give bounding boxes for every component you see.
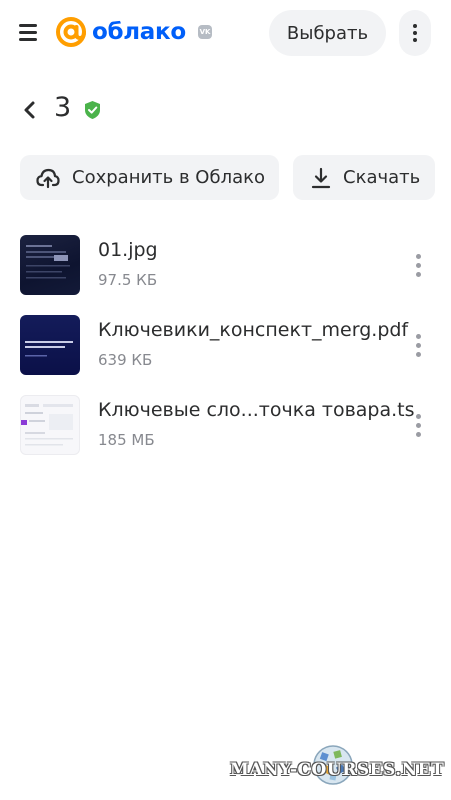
file-name: 01.jpg — [98, 239, 158, 261]
folder-title: 3 — [54, 92, 72, 123]
watermark: MANY-COURSES.NET — [230, 744, 445, 794]
watermark-text: MANY-COURSES.NET — [230, 760, 445, 780]
vertical-dots-icon[interactable] — [406, 250, 430, 280]
save-to-cloud-label: Сохранить в Облако — [72, 167, 265, 188]
select-button[interactable]: Выбрать — [269, 10, 386, 56]
file-row-pdf[interactable]: Ключевики_конспект_merg.pdf 639 КБ — [0, 314, 451, 394]
vertical-dots-icon[interactable] — [406, 330, 430, 360]
download-label: Скачать — [343, 167, 421, 188]
download-icon — [311, 167, 331, 188]
action-bar: Сохранить в Облако Скачать — [20, 155, 435, 200]
file-list: 01.jpg 97.5 КБ Ключевики_конспект_merg.p… — [0, 234, 451, 474]
file-row-ts[interactable]: Ключевые сло...точка товара.ts 185 МБ — [0, 394, 451, 474]
chevron-left-icon[interactable] — [18, 96, 44, 124]
pdf-thumbnail — [20, 315, 80, 375]
video-thumbnail — [20, 395, 80, 455]
file-name: Ключевые сло...точка товара.ts — [98, 399, 415, 421]
cloud-logo[interactable]: облако — [54, 14, 186, 50]
image-thumbnail — [20, 235, 80, 295]
vertical-dots-icon[interactable] — [399, 10, 431, 56]
hamburger-icon[interactable] — [14, 20, 42, 44]
logo-text: облако — [92, 19, 186, 45]
vk-badge: VK — [198, 25, 212, 39]
file-row-jpg[interactable]: 01.jpg 97.5 КБ — [0, 234, 451, 314]
at-sign-icon — [56, 17, 86, 47]
download-button[interactable]: Скачать — [293, 155, 435, 200]
shield-check-icon — [85, 101, 100, 119]
file-size: 97.5 КБ — [98, 271, 158, 289]
vertical-dots-icon[interactable] — [406, 410, 430, 440]
folder-bar: 3 — [0, 88, 451, 132]
file-size: 185 МБ — [98, 431, 155, 449]
file-size: 639 КБ — [98, 351, 153, 369]
app-header: облако VK Выбрать — [0, 0, 451, 66]
file-name: Ключевики_конспект_merg.pdf — [98, 319, 409, 341]
save-to-cloud-button[interactable]: Сохранить в Облако — [20, 155, 279, 200]
cloud-upload-icon — [36, 168, 60, 188]
